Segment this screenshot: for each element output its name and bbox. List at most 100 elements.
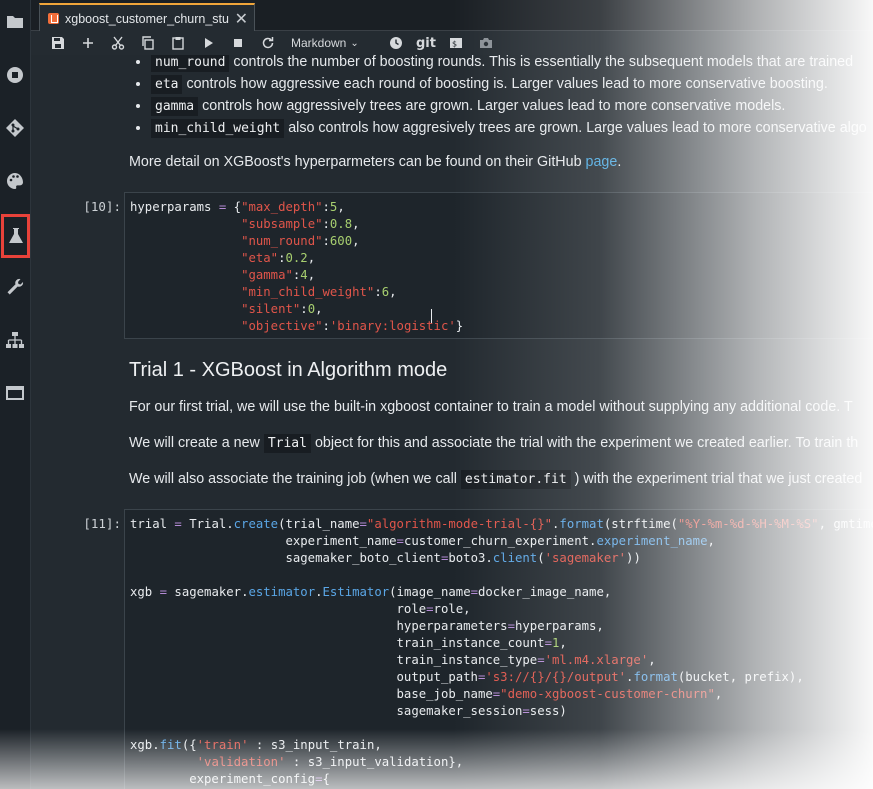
notebook-tab[interactable]: xgboost_customer_churn_stu ✕ xyxy=(39,3,255,32)
code-token: estimator xyxy=(248,585,316,599)
code-token: = xyxy=(159,585,168,599)
code-token: customer_churn_experiment. xyxy=(403,534,597,548)
svg-text:$_: $_ xyxy=(452,40,462,49)
cell-type-dropdown[interactable]: Markdown ⌄ xyxy=(283,36,381,50)
code-token: : xyxy=(278,251,286,265)
code-token: xgb. xyxy=(130,738,160,752)
code-token: = xyxy=(359,517,367,531)
clock-icon[interactable] xyxy=(381,32,411,54)
code-token: "silent" xyxy=(241,302,301,316)
code-token: 'sagemaker' xyxy=(544,551,627,565)
code-token: 600 xyxy=(329,234,353,248)
code-line: role=role, xyxy=(130,601,872,618)
stop-circle-icon[interactable] xyxy=(2,60,28,90)
code-token: = xyxy=(544,636,552,650)
cut-icon[interactable] xyxy=(103,32,133,54)
code-token: . xyxy=(315,585,323,599)
folder-icon[interactable] xyxy=(2,7,28,37)
code-cell-trial[interactable]: trial = Trial.create(trial_name="algorit… xyxy=(124,509,873,789)
code-token: (trial_name xyxy=(278,517,360,531)
paragraph-text: ) with the experiment trial that we just… xyxy=(570,471,863,487)
code-token: : s3_input_validation}, xyxy=(285,755,464,769)
save-icon[interactable] xyxy=(43,32,73,54)
section-heading: Trial 1 - XGBoost in Algorithm mode xyxy=(129,359,448,381)
code-token: fit xyxy=(159,738,182,752)
code-token: , xyxy=(714,687,723,701)
copy-icon[interactable] xyxy=(133,32,163,54)
code-token: } xyxy=(455,319,464,333)
code-token: )) xyxy=(626,551,641,565)
paragraph: We will also associate the training job … xyxy=(129,470,863,489)
wrench-icon[interactable] xyxy=(2,272,28,302)
code-token: = xyxy=(537,653,545,667)
experiments-flask-icon[interactable] xyxy=(1,214,30,258)
code-token: : xyxy=(300,302,308,316)
stop-icon[interactable] xyxy=(223,32,253,54)
code-line: sagemaker_session=sess) xyxy=(130,703,872,720)
code-line: "min_child_weight":6, xyxy=(130,284,872,301)
camera-icon[interactable] xyxy=(471,32,501,54)
code-token: , xyxy=(307,251,316,265)
code-token: { xyxy=(226,200,242,214)
code-token: docker_image_name, xyxy=(478,585,612,599)
code-line: output_path='s3://{}/{}/output'.format(b… xyxy=(130,669,872,686)
code-token: 'validation' xyxy=(196,755,286,769)
run-icon[interactable] xyxy=(193,32,223,54)
code-token: { xyxy=(322,772,330,786)
code-line: "gamma":4, xyxy=(130,267,872,284)
list-item: gamma controls how aggressively trees ar… xyxy=(151,95,867,117)
close-icon[interactable]: ✕ xyxy=(235,9,248,29)
terminal-dollar-icon[interactable]: $_ xyxy=(441,32,471,54)
paste-icon[interactable] xyxy=(163,32,193,54)
code-token: = xyxy=(522,704,530,718)
code-cell-hyperparams[interactable]: hyperparams = {"max_depth":5, "subsample… xyxy=(124,192,873,339)
github-page-link[interactable]: page xyxy=(586,154,618,170)
code-token: experiment_name xyxy=(596,534,708,548)
code-line: "silent":0, xyxy=(130,301,872,318)
inline-code: Trial xyxy=(263,434,311,453)
code-token: "num_round" xyxy=(241,234,323,248)
code-token: "demo-xgboost-customer-churn" xyxy=(500,687,715,701)
code-token: , xyxy=(307,268,316,282)
code-token: , xyxy=(648,653,656,667)
list-item: min_child_weight also controls how aggre… xyxy=(151,117,867,139)
paragraph-text: We will also associate the training job … xyxy=(129,471,461,487)
code-token: ( xyxy=(537,551,545,565)
code-token: : xyxy=(322,234,330,248)
code-token: "subsample" xyxy=(241,217,323,231)
paragraph: We will create a new Trial object for th… xyxy=(129,434,858,453)
git-icon[interactable] xyxy=(2,113,28,143)
code-token: output_path xyxy=(130,670,478,684)
code-token: hyperparams, xyxy=(514,619,604,633)
code-token: 'train' xyxy=(196,738,249,752)
paragraph-text: . xyxy=(617,154,622,170)
code-token: 0.2 xyxy=(285,251,308,265)
code-token: Estimator xyxy=(322,585,390,599)
network-tree-icon[interactable] xyxy=(2,325,28,355)
code-line: experiment_name=customer_churn_experimen… xyxy=(130,533,872,550)
code-line: "num_round":600, xyxy=(130,233,872,250)
window-tabs-icon[interactable] xyxy=(2,378,28,408)
code-token: sagemaker_boto_client xyxy=(130,551,441,565)
code-token: , gmtime() xyxy=(818,517,873,531)
code-line: base_job_name="demo-xgboost-customer-chu… xyxy=(130,686,872,703)
code-line: trial = Trial.create(trial_name="algorit… xyxy=(130,516,873,533)
git-button[interactable]: git xyxy=(411,32,441,54)
code-token: , xyxy=(352,217,360,231)
left-sidebar xyxy=(0,0,31,789)
add-cell-icon[interactable] xyxy=(73,32,103,54)
code-token: "objective" xyxy=(241,319,323,333)
code-token: format xyxy=(559,517,604,531)
palette-icon[interactable] xyxy=(2,166,28,196)
inline-code: estimator.fit xyxy=(460,470,571,489)
paragraph-text: We will create a new xyxy=(129,435,264,451)
code-token: : xyxy=(322,200,330,214)
code-token: role xyxy=(130,602,427,616)
code-token: 'ml.m4.xlarge' xyxy=(544,653,649,667)
code-line: "subsample":0.8, xyxy=(130,216,872,233)
code-line: "objective":'binary:logistic'} xyxy=(130,318,872,335)
code-token: train_instance_count xyxy=(130,636,545,650)
restart-icon[interactable] xyxy=(253,32,283,54)
